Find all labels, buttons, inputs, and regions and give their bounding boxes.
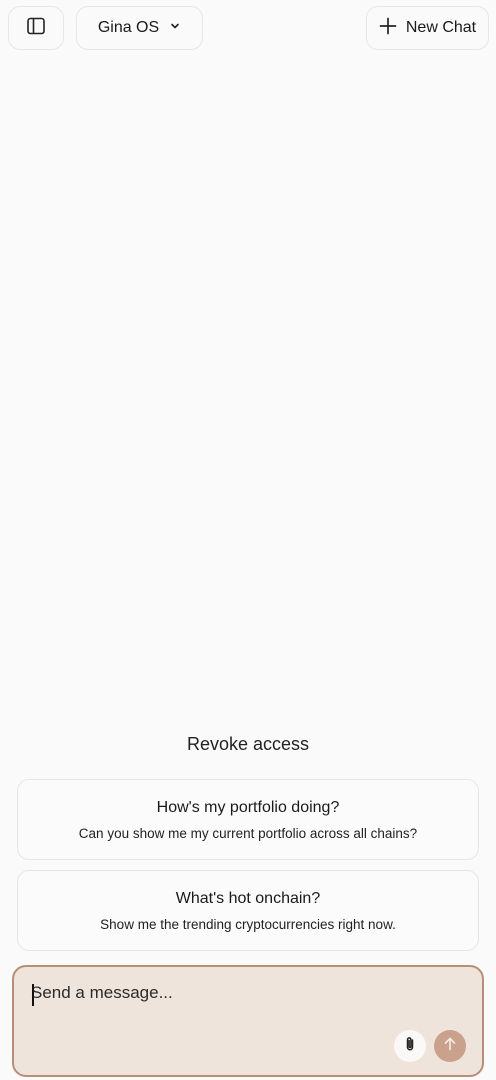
suggestion-card-portfolio[interactable]: How's my portfolio doing? Can you show m… [17, 779, 479, 860]
attach-button[interactable] [394, 1030, 426, 1062]
send-button[interactable] [434, 1030, 466, 1062]
suggestion-title: What's hot onchain? [175, 889, 321, 907]
message-input[interactable] [31, 983, 461, 1013]
new-chat-button[interactable]: New Chat [366, 6, 489, 50]
message-composer [12, 965, 484, 1077]
text-caret [32, 984, 34, 1006]
suggestion-card-trending[interactable]: What's hot onchain? Show me the trending… [17, 870, 479, 951]
model-label: Gina OS [97, 19, 160, 36]
arrow-up-icon [442, 1036, 458, 1057]
suggestion-subtitle: Show me the trending cryptocurrencies ri… [100, 916, 396, 932]
model-selector[interactable]: Gina OS [76, 6, 203, 50]
paperclip-icon [401, 1035, 419, 1058]
chat-page: Gina OS New Chat Revoke access How's my … [0, 0, 496, 1080]
suggestion-subtitle: Can you show me my current portfolio acr… [78, 825, 418, 841]
sidebar-toggle-button[interactable] [8, 6, 64, 50]
revoke-access-link[interactable]: Revoke access [0, 734, 496, 755]
plus-icon [379, 17, 397, 40]
sidebar-panel-icon [26, 16, 46, 41]
chevron-down-icon [169, 19, 181, 37]
new-chat-label: New Chat [405, 19, 477, 36]
suggestion-title: How's my portfolio doing? [156, 798, 340, 816]
